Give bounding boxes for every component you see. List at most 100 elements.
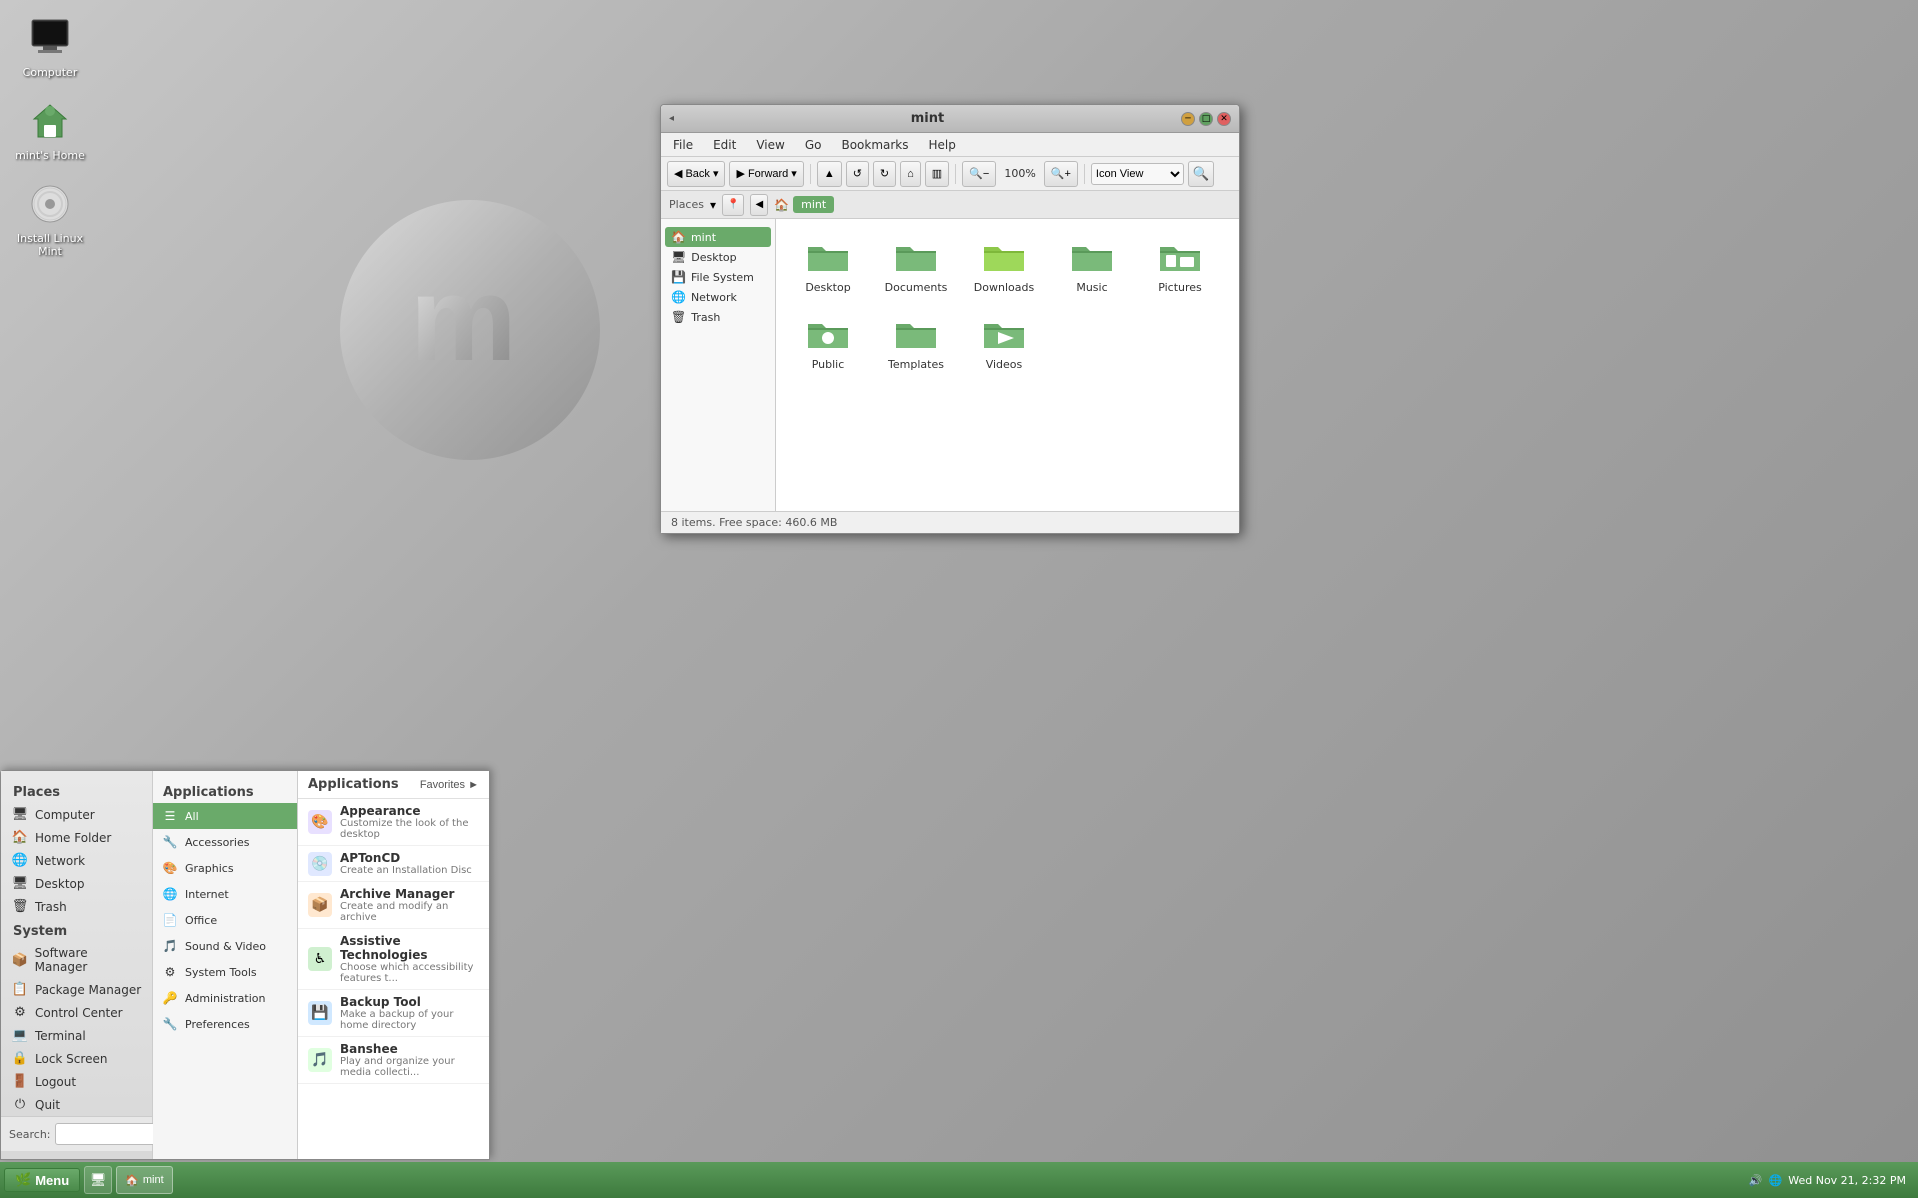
forward-arrow-icon: ▾ — [791, 167, 797, 180]
fm-menubar: File Edit View Go Bookmarks Help — [661, 133, 1239, 157]
computer-icon[interactable]: Computer — [10, 10, 90, 83]
fm-menu-file[interactable]: File — [669, 136, 697, 154]
fm-view-select[interactable]: Icon View List View Compact View — [1091, 163, 1184, 185]
archive-info: Archive Manager Create and modify an arc… — [340, 887, 479, 923]
fm-zoom-in-btn[interactable]: 🔍+ — [1044, 161, 1078, 187]
fm-menu-edit[interactable]: Edit — [709, 136, 740, 154]
start-button[interactable]: 🌿 Menu — [4, 1168, 80, 1192]
fm-menu-bookmarks[interactable]: Bookmarks — [837, 136, 912, 154]
file-label-templates: Templates — [888, 358, 944, 371]
file-item-downloads[interactable]: Downloads — [964, 231, 1044, 300]
trash-menu-icon: 🗑 — [11, 899, 29, 914]
menu-item-control[interactable]: ⚙ Control Center — [1, 1001, 152, 1024]
tray-network-icon[interactable]: 🌐 — [1769, 1174, 1783, 1187]
app-aptoncd[interactable]: 💿 APTonCD Create an Installation Disc — [298, 846, 489, 882]
fm-window-controls: ─ □ ✕ — [1181, 112, 1231, 126]
fm-forward-btn[interactable]: ▶ Forward ▾ — [729, 161, 803, 187]
fm-home-btn[interactable]: ⌂ — [900, 161, 921, 187]
fm-path-label[interactable]: mint — [793, 196, 834, 213]
desktop-icons: Computer mint's Home Install Linux Mint — [10, 10, 90, 262]
app-backup[interactable]: 💾 Backup Tool Make a backup of your home… — [298, 990, 489, 1037]
menu-categories-panel: Applications ☰ All 🔧 Accessories 🎨 Graph… — [153, 771, 298, 1159]
cat-office-icon: 📄 — [161, 911, 179, 929]
applications-header: Applications — [153, 779, 297, 803]
file-item-pictures[interactable]: Pictures — [1140, 231, 1220, 300]
taskbar-window-btn[interactable]: 🏠 mint — [116, 1166, 172, 1194]
home-menu-icon: 🏠 — [11, 830, 29, 845]
sidebar-item-mint[interactable]: 🏠 mint — [665, 227, 771, 247]
cat-administration[interactable]: 🔑 Administration — [153, 985, 297, 1011]
taskbar-clock: Wed Nov 21, 2:32 PM — [1788, 1174, 1906, 1187]
fm-close-btn[interactable]: ✕ — [1217, 112, 1231, 126]
menu-item-home-folder[interactable]: 🏠 Home Folder — [1, 826, 152, 849]
menu-item-terminal[interactable]: 💻 Terminal — [1, 1024, 152, 1047]
file-item-desktop[interactable]: Desktop — [788, 231, 868, 300]
network-menu-icon: 🌐 — [11, 853, 29, 868]
menu-item-desktop[interactable]: 🖥 Desktop — [1, 872, 152, 895]
fm-menu-go[interactable]: Go — [801, 136, 826, 154]
fm-location-toggle[interactable]: 📍 — [722, 194, 744, 216]
app-banshee[interactable]: 🎵 Banshee Play and organize your media c… — [298, 1037, 489, 1084]
fm-zoom-out-btn[interactable]: 🔍− — [962, 161, 996, 187]
cat-internet-icon: 🌐 — [161, 885, 179, 903]
system-header: System — [1, 918, 152, 942]
file-item-videos[interactable]: Videos — [964, 308, 1044, 377]
fm-reload-btn[interactable]: ↺ — [846, 161, 869, 187]
control-menu-icon: ⚙ — [11, 1005, 29, 1020]
fm-minimize-btn[interactable]: ─ — [1181, 112, 1195, 126]
taskbar-icon-btn-1[interactable]: 🖥 — [84, 1166, 112, 1194]
app-bluetooth[interactable]: 🔵 Bluetooth Configure Bluetooth settings — [298, 1084, 489, 1089]
fm-menu-view[interactable]: View — [752, 136, 788, 154]
sidebar-item-trash[interactable]: 🗑 Trash — [665, 307, 771, 327]
menu-item-software[interactable]: 📦 Software Manager — [1, 942, 152, 978]
sidebar-item-filesystem[interactable]: 💾 File System — [665, 267, 771, 287]
fm-refresh-btn[interactable]: ↻ — [873, 161, 896, 187]
cat-graphics[interactable]: 🎨 Graphics — [153, 855, 297, 881]
menu-item-trash[interactable]: 🗑 Trash — [1, 895, 152, 918]
fm-nav-prev-btn[interactable]: ◀ — [750, 194, 768, 216]
software-menu-icon: 📦 — [11, 953, 29, 968]
fm-split-btn[interactable]: ▥ — [925, 161, 949, 187]
menu-item-package[interactable]: 📋 Package Manager — [1, 978, 152, 1001]
assistive-icon: ♿ — [308, 947, 332, 971]
file-item-music[interactable]: Music — [1052, 231, 1132, 300]
file-item-public[interactable]: Public — [788, 308, 868, 377]
lock-menu-icon: 🔒 — [11, 1051, 29, 1066]
places-header: Places — [1, 779, 152, 803]
assistive-info: Assistive Technologies Choose which acce… — [340, 934, 479, 984]
cat-sound-video[interactable]: 🎵 Sound & Video — [153, 933, 297, 959]
computer-label: Computer — [23, 66, 78, 79]
sidebar-item-desktop[interactable]: 🖥 Desktop — [665, 247, 771, 267]
cat-accessories[interactable]: 🔧 Accessories — [153, 829, 297, 855]
cat-system-tools[interactable]: ⚙ System Tools — [153, 959, 297, 985]
install-icon[interactable]: Install Linux Mint — [10, 176, 90, 262]
cat-all[interactable]: ☰ All — [153, 803, 297, 829]
file-label-music: Music — [1076, 281, 1107, 294]
fm-menu-help[interactable]: Help — [925, 136, 960, 154]
sidebar-item-network[interactable]: 🌐 Network — [665, 287, 771, 307]
file-item-documents[interactable]: Documents — [876, 231, 956, 300]
menu-item-network[interactable]: 🌐 Network — [1, 849, 152, 872]
menu-item-lock[interactable]: 🔒 Lock Screen — [1, 1047, 152, 1070]
file-label-desktop: Desktop — [805, 281, 850, 294]
fm-places-dropdown-icon[interactable]: ▾ — [710, 198, 716, 212]
cat-preferences[interactable]: 🔧 Preferences — [153, 1011, 297, 1037]
fm-up-btn[interactable]: ▲ — [817, 161, 842, 187]
menu-item-computer[interactable]: 🖥 Computer — [1, 803, 152, 826]
file-item-templates[interactable]: Templates — [876, 308, 956, 377]
tray-volume-icon[interactable]: 🔊 — [1749, 1174, 1763, 1187]
fm-status-text: 8 items. Free space: 460.6 MB — [671, 516, 837, 529]
menu-item-quit[interactable]: ⏻ Quit — [1, 1093, 152, 1116]
app-appearance[interactable]: 🎨 Appearance Customize the look of the d… — [298, 799, 489, 846]
favorites-button[interactable]: Favorites ► — [420, 779, 479, 791]
menu-item-logout[interactable]: 🚪 Logout — [1, 1070, 152, 1093]
home-icon[interactable]: mint's Home — [10, 93, 90, 166]
app-archive-manager[interactable]: 📦 Archive Manager Create and modify an a… — [298, 882, 489, 929]
fm-back-btn[interactable]: ◀ Back ▾ — [667, 161, 725, 187]
app-assistive[interactable]: ♿ Assistive Technologies Choose which ac… — [298, 929, 489, 990]
cat-office[interactable]: 📄 Office — [153, 907, 297, 933]
appearance-icon: 🎨 — [308, 810, 332, 834]
fm-maximize-btn[interactable]: □ — [1199, 112, 1213, 126]
cat-internet[interactable]: 🌐 Internet — [153, 881, 297, 907]
fm-search-btn[interactable]: 🔍 — [1188, 161, 1214, 187]
